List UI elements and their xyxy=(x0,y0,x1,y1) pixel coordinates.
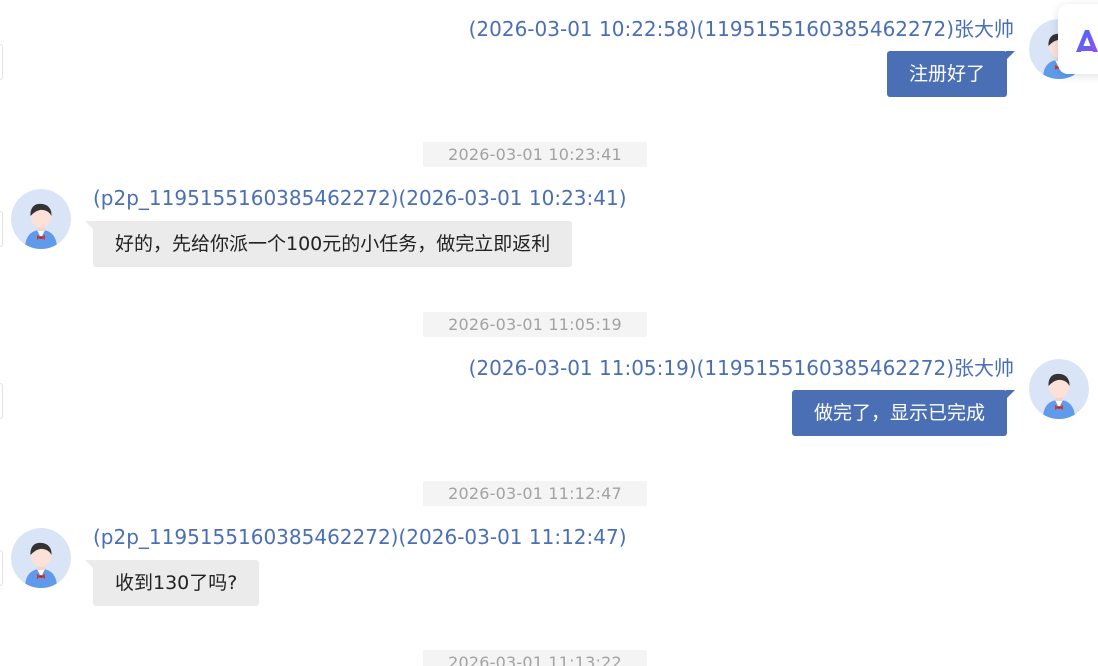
message-sender-header: (p2p_1195155160385462272)(2026-03-01 11:… xyxy=(93,525,627,549)
chat-window: (2026-03-01 10:22:58)(119515516038546227… xyxy=(0,0,1098,666)
timestamp-divider: 2026-03-01 11:05:19 xyxy=(423,312,647,337)
incoming-message-bubble[interactable]: 好的，先给你派一个100元的小任务，做完立即返利 xyxy=(84,221,573,267)
timestamp-divider: 2026-03-01 10:23:41 xyxy=(423,142,647,167)
user-avatar-icon[interactable] xyxy=(1029,359,1089,419)
message-sender-header: (2026-03-01 11:05:19)(119515516038546227… xyxy=(468,356,1014,380)
left-panel-edge xyxy=(0,550,3,586)
incoming-message-bubble[interactable]: 收到130了吗? xyxy=(84,560,260,606)
left-panel-edge xyxy=(0,211,3,247)
left-panel-edge xyxy=(0,44,3,80)
message-sender-header: (2026-03-01 10:22:58)(119515516038546227… xyxy=(468,17,1014,41)
app-logo-badge[interactable] xyxy=(1058,4,1098,74)
timestamp-divider: 2026-03-01 11:12:47 xyxy=(423,481,647,506)
outgoing-message-bubble[interactable]: 做完了，显示已完成 xyxy=(791,390,1016,436)
message-sender-header: (p2p_1195155160385462272)(2026-03-01 10:… xyxy=(93,186,627,210)
app-logo-icon xyxy=(1076,30,1098,52)
user-avatar-icon[interactable] xyxy=(11,189,71,249)
timestamp-divider: 2026-03-01 11:13:22 xyxy=(423,650,647,666)
outgoing-message-bubble[interactable]: 注册好了 xyxy=(886,51,1016,97)
left-panel-edge xyxy=(0,383,3,419)
user-avatar-icon[interactable] xyxy=(11,528,71,588)
